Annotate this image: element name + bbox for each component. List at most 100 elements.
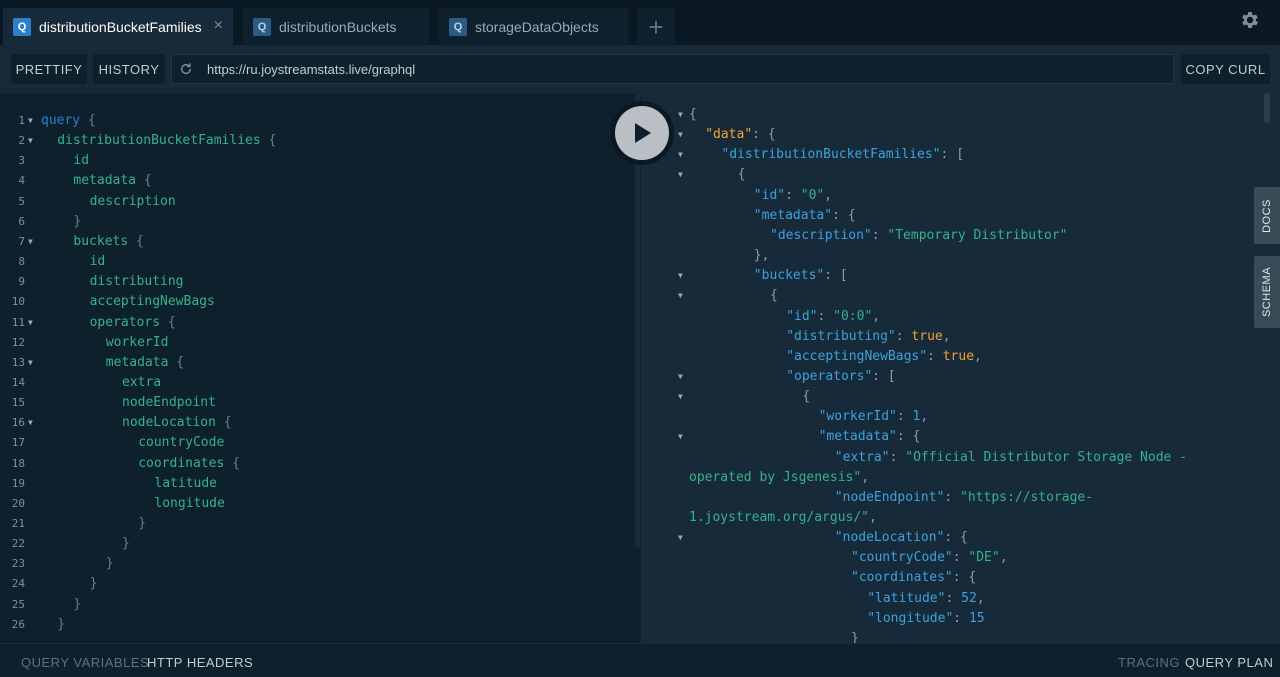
editor-line[interactable]: 23} bbox=[3, 554, 633, 574]
collapse-arrow-icon[interactable]: ▼ bbox=[678, 286, 683, 306]
history-button[interactable]: HISTORY bbox=[93, 54, 165, 84]
field-token: id bbox=[89, 254, 106, 270]
query-tab-icon: Q bbox=[13, 17, 31, 36]
tab-distribution-bucket-families[interactable]: Q distributionBucketFamilies × bbox=[3, 8, 233, 45]
editor-line[interactable]: 8 id bbox=[3, 252, 633, 272]
query-variables-tab[interactable]: QUERY VARIABLES bbox=[21, 655, 149, 670]
json-key: "data" bbox=[705, 127, 753, 143]
result-line: } bbox=[641, 629, 1261, 643]
editor-line[interactable]: 4 metadata { bbox=[3, 171, 633, 191]
fold-arrow-icon[interactable]: ▼ bbox=[28, 131, 33, 151]
editor-line[interactable]: 11 ▼ operators { bbox=[3, 313, 633, 333]
settings-gear-icon[interactable] bbox=[1239, 9, 1261, 31]
collapse-arrow-icon[interactable]: ▼ bbox=[678, 528, 683, 548]
editor-line[interactable]: 2 ▼ distributionBucketFamilies { bbox=[3, 131, 633, 151]
editor-line[interactable]: 26} bbox=[3, 615, 633, 635]
editor-line[interactable]: 16 ▼ nodeLocation { bbox=[3, 413, 633, 433]
json-key: "id" bbox=[753, 187, 786, 203]
collapse-arrow-icon[interactable]: ▼ bbox=[678, 427, 683, 447]
collapse-arrow-icon[interactable]: ▼ bbox=[678, 125, 683, 145]
code-text: description bbox=[90, 192, 176, 212]
keyword-token: query bbox=[41, 113, 81, 128]
editor-line[interactable]: 14 extra bbox=[3, 373, 633, 393]
query-editor[interactable]: 1 ▼ query {2 ▼ distributionBucketFamilies {3… bbox=[3, 93, 640, 643]
json-string: "0:0" bbox=[833, 308, 873, 324]
fold-arrow-icon[interactable]: ▼ bbox=[28, 413, 33, 433]
line-number: 19 bbox=[11, 476, 25, 490]
brace-token: { bbox=[260, 133, 277, 149]
editor-line[interactable]: 5 description bbox=[3, 192, 633, 212]
brace-token: } bbox=[73, 596, 82, 612]
editor-line[interactable]: 17 countryCode bbox=[3, 433, 633, 453]
editor-line[interactable]: 3 id bbox=[3, 151, 633, 171]
code-text: } bbox=[122, 534, 130, 554]
endpoint-url-text: https://ru.joystreamstats.live/graphql bbox=[207, 61, 416, 77]
fold-arrow-icon[interactable]: ▼ bbox=[28, 353, 33, 373]
editor-line[interactable]: 10 acceptingNewBags bbox=[3, 292, 633, 312]
editor-line[interactable]: 22} bbox=[3, 534, 633, 554]
json-punctuation: , bbox=[976, 590, 985, 606]
collapse-arrow-icon[interactable]: ▼ bbox=[678, 367, 683, 387]
line-number: 24 bbox=[11, 577, 25, 591]
query-plan-tab[interactable]: QUERY PLAN bbox=[1185, 655, 1273, 670]
code-text: acceptingNewBags bbox=[90, 292, 215, 312]
collapse-arrow-icon[interactable]: ▼ bbox=[678, 105, 683, 125]
json-string: "DE" bbox=[968, 550, 1000, 566]
close-tab-icon[interactable]: × bbox=[214, 18, 223, 34]
line-number: 20 bbox=[11, 496, 25, 510]
fold-arrow-icon[interactable]: ▼ bbox=[28, 111, 33, 131]
execute-query-button[interactable] bbox=[610, 101, 674, 165]
tab-storage-data-objects[interactable]: Q storageDataObjects bbox=[439, 8, 628, 45]
docs-side-tab[interactable]: DOCS bbox=[1254, 187, 1280, 244]
tab-distribution-buckets[interactable]: Q distributionBuckets bbox=[243, 8, 429, 45]
line-number: 6 bbox=[18, 214, 25, 228]
result-scrollbar[interactable] bbox=[1264, 93, 1270, 123]
line-number: 12 bbox=[11, 335, 25, 349]
http-headers-tab[interactable]: HTTP HEADERS bbox=[147, 655, 253, 670]
json-key: "distributionBucketFamilies" bbox=[721, 147, 941, 163]
prettify-button[interactable]: PRETTIFY bbox=[11, 54, 87, 84]
bottom-panel-bar: QUERY VARIABLES HTTP HEADERS TRACING QUE… bbox=[0, 643, 1280, 677]
line-number: 5 bbox=[18, 194, 25, 208]
reload-icon[interactable] bbox=[179, 62, 193, 76]
json-text: "longitude": 15 bbox=[867, 609, 984, 629]
editor-line[interactable]: 20 longitude bbox=[3, 494, 633, 514]
editor-line[interactable]: 7 ▼ buckets { bbox=[3, 232, 633, 252]
collapse-arrow-icon[interactable]: ▼ bbox=[678, 387, 683, 407]
json-punctuation: , bbox=[974, 348, 982, 364]
json-punctuation: : { bbox=[952, 570, 977, 586]
json-text: "buckets": [ bbox=[754, 266, 848, 286]
result-line: ▼ "operators": [ bbox=[641, 367, 1261, 387]
field-token: metadata bbox=[73, 173, 137, 189]
fold-arrow-icon[interactable]: ▼ bbox=[28, 232, 33, 252]
editor-line[interactable]: 24} bbox=[3, 574, 633, 594]
json-key: "latitude" bbox=[867, 590, 946, 606]
collapse-arrow-icon[interactable]: ▼ bbox=[678, 145, 683, 165]
line-number: 4 bbox=[18, 174, 25, 188]
editor-line[interactable]: 25} bbox=[3, 595, 633, 615]
editor-line[interactable]: 6} bbox=[3, 212, 633, 232]
collapse-arrow-icon[interactable]: ▼ bbox=[678, 165, 683, 185]
fold-arrow-icon[interactable]: ▼ bbox=[28, 313, 33, 333]
editor-line[interactable]: 1 ▼ query { bbox=[3, 111, 633, 131]
editor-line[interactable]: 13 ▼ metadata { bbox=[3, 353, 633, 373]
editor-line[interactable]: 21} bbox=[3, 514, 633, 534]
copy-curl-button[interactable]: COPY CURL bbox=[1181, 54, 1270, 84]
schema-side-tab[interactable]: SCHEMA bbox=[1254, 256, 1280, 328]
editor-line[interactable]: 9 distributing bbox=[3, 272, 633, 292]
editor-line[interactable]: 15 nodeEndpoint bbox=[3, 393, 633, 413]
endpoint-url-input[interactable]: https://ru.joystreamstats.live/graphql bbox=[171, 54, 1174, 84]
line-number: 3 bbox=[18, 154, 25, 168]
brace-token: { bbox=[224, 455, 240, 471]
field-token: description bbox=[89, 193, 176, 209]
json-key: "countryCode" bbox=[851, 550, 953, 566]
json-text: "nodeEndpoint": "https://storage- bbox=[835, 488, 1093, 508]
editor-line[interactable]: 19 latitude bbox=[3, 474, 633, 494]
collapse-arrow-icon[interactable]: ▼ bbox=[678, 266, 683, 286]
editor-line[interactable]: 18 coordinates { bbox=[3, 454, 633, 474]
field-token: operators bbox=[89, 314, 161, 330]
editor-line[interactable]: 12 workerId bbox=[3, 333, 633, 353]
tracing-tab[interactable]: TRACING bbox=[1118, 655, 1180, 670]
code-text: } bbox=[73, 595, 81, 615]
add-tab-button[interactable]: + bbox=[637, 8, 675, 45]
